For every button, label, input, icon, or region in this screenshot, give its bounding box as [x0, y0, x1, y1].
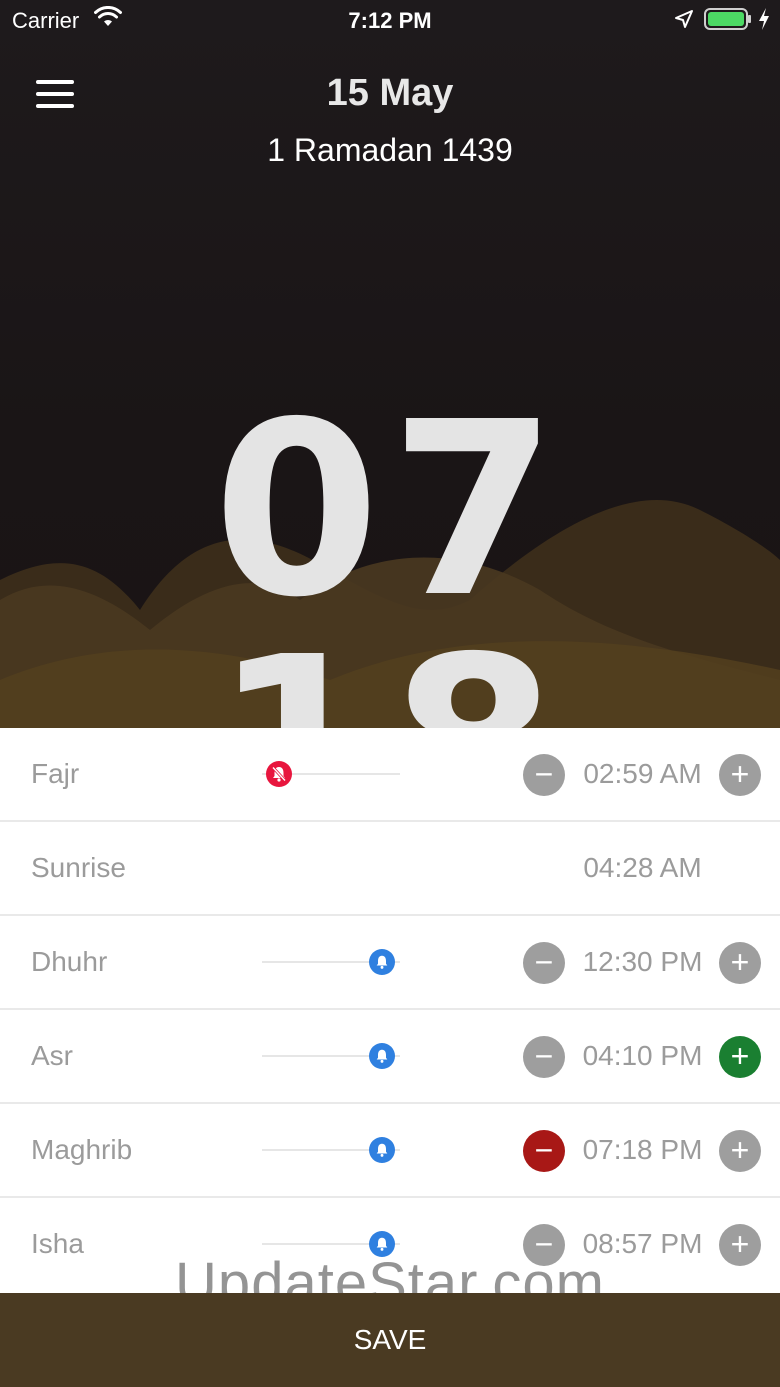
decrease-time-button[interactable]: − — [523, 754, 565, 796]
header-hero: Carrier 7:12 PM 15 May 1 Ramadan 1439 07… — [0, 0, 780, 728]
prayer-row-asr: Asr − 04:10 PM + — [0, 1010, 780, 1104]
gregorian-date: 15 May — [326, 72, 454, 114]
charging-bolt-icon — [759, 8, 769, 30]
increase-time-button[interactable]: + — [719, 1036, 761, 1078]
bell-icon[interactable] — [369, 1137, 395, 1163]
prayer-name: Asr — [31, 1040, 73, 1071]
prayer-time: 04:10 PM — [582, 1040, 703, 1071]
prayer-name: Fajr — [31, 758, 80, 789]
decrease-time-button[interactable]: − — [523, 1130, 565, 1172]
bell-icon[interactable] — [369, 949, 395, 975]
battery-icon — [704, 8, 751, 30]
prayer-time: 07:18 PM — [582, 1134, 703, 1165]
prayer-row-sunrise: Sunrise 04:28 AM — [0, 822, 780, 916]
prayer-name: Dhuhr — [31, 946, 108, 977]
hijri-date: 1 Ramadan 1439 — [267, 132, 513, 168]
decrease-time-button[interactable]: − — [523, 1036, 565, 1078]
prayer-row-fajr: Fajr − 02:59 AM + — [0, 728, 780, 822]
clock-time: 7:12 PM — [348, 8, 432, 33]
decrease-time-button[interactable]: − — [523, 942, 565, 984]
prayer-row-maghrib: Maghrib − 07:18 PM + — [0, 1104, 780, 1198]
location-arrow-icon — [675, 10, 693, 28]
prayer-time: 12:30 PM — [582, 946, 703, 977]
increase-time-button[interactable]: + — [719, 1130, 761, 1172]
prayer-times-list: Fajr − 02:59 AM + Sunrise 04:28 AM Dhuhr — [0, 728, 780, 1293]
countdown-minutes: 18 — [0, 625, 780, 728]
prayer-name: Maghrib — [31, 1134, 133, 1165]
bell-off-icon[interactable] — [266, 761, 292, 787]
bell-icon[interactable] — [369, 1043, 395, 1069]
prayer-name: Sunrise — [31, 852, 126, 883]
prayer-time: 02:59 AM — [583, 758, 702, 789]
save-button[interactable]: SAVE — [0, 1293, 780, 1387]
prayer-time: 04:28 AM — [583, 852, 702, 883]
status-bar: Carrier 7:12 PM — [0, 0, 780, 40]
countdown-hours: 07 — [213, 370, 567, 650]
increase-time-button[interactable]: + — [719, 942, 761, 984]
prayer-row-dhuhr: Dhuhr − 12:30 PM + — [0, 916, 780, 1010]
increase-time-button[interactable]: + — [719, 754, 761, 796]
